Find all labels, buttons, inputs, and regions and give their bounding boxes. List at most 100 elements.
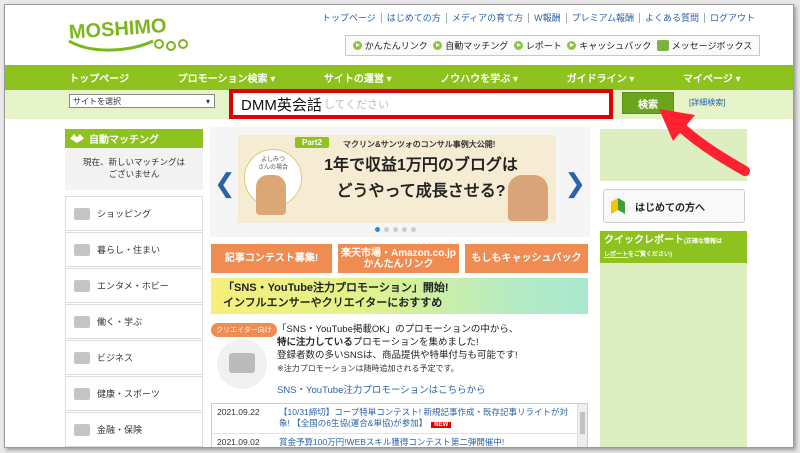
promo-easy-link[interactable]: 楽天市場・Amazon.co.jp かんたんリンク xyxy=(338,244,459,273)
site-select[interactable]: サイトを選択 ▾ xyxy=(69,94,215,108)
quick-links-bar: かんたんリンク 自動マッチング レポート キャッシュバック メッセージボックス xyxy=(345,35,760,56)
carousel-dot[interactable] xyxy=(411,227,416,232)
carousel-dot[interactable] xyxy=(393,227,398,232)
top-link-media[interactable]: メディアの育て方 xyxy=(445,13,528,23)
message-box-label: メッセージボックス xyxy=(671,41,753,51)
banner-subtitle: マクリン&サンツォのコンサル事例大公開! xyxy=(343,140,496,149)
creator-camera-icon xyxy=(217,339,267,389)
search-input[interactable]: DMM英会話 してください xyxy=(229,89,613,119)
beginner-mark-icon xyxy=(611,198,625,214)
news-date: 2021.09.22 xyxy=(217,407,260,417)
first-time-button[interactable]: はじめての方へ xyxy=(603,189,745,223)
news-list: 2021.09.22 【10/31締切】コープ特単コンテスト! 新規記事作成・既… xyxy=(211,403,588,447)
category-living[interactable]: 暮らし・住まい xyxy=(65,232,203,267)
sns-banner-line2: インフルエンサーやクリエイターにおすすめ xyxy=(223,297,443,309)
category-label: 働く・学ぶ xyxy=(97,317,143,327)
category-health[interactable]: 健康・スポーツ xyxy=(65,376,203,411)
sns-promo-link[interactable]: SNS・YouTube注力プロモーションはこちらから xyxy=(277,382,486,396)
sns-desc-rest: プロモーションを集めました! xyxy=(352,337,479,348)
quick-link-label: キャッシュバック xyxy=(579,41,652,51)
quick-report-note-2: をご覧ください) xyxy=(628,252,673,258)
health-icon xyxy=(74,387,90,400)
banner-headline-2: どうやって成長させる? xyxy=(336,183,506,200)
top-link-faq[interactable]: よくある質問 xyxy=(638,13,704,23)
nav-promo-search[interactable]: プロモーション検索 ▾ xyxy=(178,70,276,85)
play-icon xyxy=(567,41,577,50)
quick-link-label: 自動マッチング xyxy=(445,41,509,51)
nav-guideline[interactable]: ガイドライン ▾ xyxy=(567,70,635,85)
quick-link-report[interactable]: レポート xyxy=(513,39,562,52)
carousel-prev-icon[interactable]: ❮ xyxy=(214,169,236,199)
category-label: 健康・スポーツ xyxy=(97,389,160,399)
nav-top[interactable]: トップページ xyxy=(69,70,129,85)
browser-frame: MOSHIMO トップページ はじめての方 メディアの育て方 W報酬 プレミアム… xyxy=(4,4,794,448)
chevron-down-icon: ▾ xyxy=(205,96,210,106)
carousel-dot[interactable] xyxy=(384,227,389,232)
moshimo-logo[interactable]: MOSHIMO xyxy=(63,11,203,57)
category-label: ビジネス xyxy=(97,353,134,363)
search-input-placeholder: してください xyxy=(323,99,390,111)
category-finance[interactable]: 金融・保険 xyxy=(65,412,203,447)
category-list: ショッピング 暮らし・住まい エンタメ・ホビー 働く・学ぶ ビジネス 健康・スポ… xyxy=(65,196,203,447)
carousel-dot[interactable] xyxy=(402,227,407,232)
carousel-dot[interactable] xyxy=(375,227,380,232)
banner-circle-line2: さんの場合 xyxy=(257,165,288,171)
top-link-w-reward[interactable]: W報酬 xyxy=(528,13,566,23)
quick-link-cashback[interactable]: キャッシュバック xyxy=(567,39,651,52)
quick-link-matching[interactable]: 自動マッチング xyxy=(433,39,508,52)
promo-cashback[interactable]: もしもキャッシュバック xyxy=(465,244,588,273)
news-item[interactable]: 2021.09.02 賞金予算100万円!WEBスキル獲得コンテスト第二弾開催中… xyxy=(212,434,587,447)
news-scrollbar[interactable] xyxy=(577,404,587,447)
category-label: 金融・保険 xyxy=(97,425,143,435)
promo-article-contest[interactable]: 記事コンテスト募集! xyxy=(211,244,332,273)
news-title-text: 【10/31締切】コープ特単コンテスト! 新規記事作成・既存記事リライトが対象!… xyxy=(279,407,568,428)
news-date: 2021.09.02 xyxy=(217,437,260,447)
auto-matching-msg-line1: 現在、新しいマッチングは xyxy=(82,157,185,167)
sns-promo-description: 「SNS・YouTube掲載OK」のプロモーションの中から、 特に注力しているプ… xyxy=(277,323,577,375)
news-title: 【10/31締切】コープ特単コンテスト! 新規記事作成・既存記事リライトが対象!… xyxy=(279,407,569,431)
nav-mypage[interactable]: マイページ ▾ xyxy=(683,70,741,85)
sns-banner-line1: 「SNS・YouTube注力プロモーション」開始! xyxy=(223,282,449,294)
svg-text:MOSHIMO: MOSHIMO xyxy=(68,15,167,44)
top-link-home[interactable]: トップページ xyxy=(317,13,381,23)
category-business[interactable]: ビジネス xyxy=(65,340,203,375)
category-entertainment[interactable]: エンタメ・ホビー xyxy=(65,268,203,303)
promo-easy-link-line2: かんたんリンク xyxy=(363,258,434,270)
banner-carousel: ❮ Part2 マクリン&サンツォのコンサル事例大公開! よしみつ さんの場合 1… xyxy=(210,127,590,237)
top-link-premium[interactable]: プレミアム報酬 xyxy=(565,13,639,23)
sns-desc-line2: 特に注力しているプロモーションを集めました! xyxy=(277,336,577,349)
auto-matching-title: 自動マッチング xyxy=(89,135,159,146)
quick-report-panel: クイックレポート(正確な情報は レポートをご覧ください) xyxy=(600,231,747,447)
sns-promo-banner[interactable]: 「SNS・YouTube注力プロモーション」開始! インフルエンサーやクリエイタ… xyxy=(211,278,588,314)
nav-knowhow[interactable]: ノウハウを学ぶ ▾ xyxy=(440,70,518,85)
nav-label: マイページ xyxy=(683,74,733,85)
top-links: トップページ はじめての方 メディアの育て方 W報酬 プレミアム報酬 よくある質… xyxy=(305,13,760,23)
carousel-next-icon[interactable]: ❯ xyxy=(564,169,586,199)
search-input-value: DMM英会話 xyxy=(241,96,322,114)
category-work-learn[interactable]: 働く・学ぶ xyxy=(65,304,203,339)
quick-report-header: クイックレポート(正確な情報は レポートをご覧ください) xyxy=(600,231,747,263)
handshake-icon xyxy=(70,134,84,143)
news-item[interactable]: 2021.09.22 【10/31締切】コープ特単コンテスト! 新規記事作成・既… xyxy=(212,404,587,434)
nav-site-ops[interactable]: サイトの運営 ▾ xyxy=(324,70,392,85)
top-link-beginner[interactable]: はじめての方 xyxy=(380,13,446,23)
promo-easy-link-line1: 楽天市場・Amazon.co.jp xyxy=(340,247,456,259)
banner-slide[interactable]: Part2 マクリン&サンツォのコンサル事例大公開! よしみつ さんの場合 1年で… xyxy=(238,135,556,223)
house-icon xyxy=(74,243,90,256)
sns-desc-note: ※注力プロモーションは随時追加される予定です。 xyxy=(277,364,459,373)
category-shopping[interactable]: ショッピング xyxy=(65,196,203,231)
quick-report-link[interactable]: レポート xyxy=(604,252,628,258)
creator-badge: クリエイター向け xyxy=(211,323,277,337)
sns-desc-bold: 特に注力している xyxy=(277,337,353,348)
auto-matching-header[interactable]: 自動マッチング xyxy=(65,129,203,148)
quick-report-note: (正確な情報は xyxy=(684,239,722,245)
category-label: エンタメ・ホビー xyxy=(97,281,169,291)
desk-icon xyxy=(74,315,90,328)
play-icon xyxy=(352,41,362,50)
message-box-link[interactable]: メッセージボックス xyxy=(656,39,753,52)
briefcase-icon xyxy=(74,351,90,364)
top-link-logout[interactable]: ログアウト xyxy=(703,13,760,23)
quick-link-easy[interactable]: かんたんリンク xyxy=(352,39,428,52)
main-nav: トップページ プロモーション検索 ▾ サイトの運営 ▾ ノウハウを学ぶ ▾ ガイ… xyxy=(5,65,793,90)
banner-person-illustration xyxy=(256,175,286,215)
